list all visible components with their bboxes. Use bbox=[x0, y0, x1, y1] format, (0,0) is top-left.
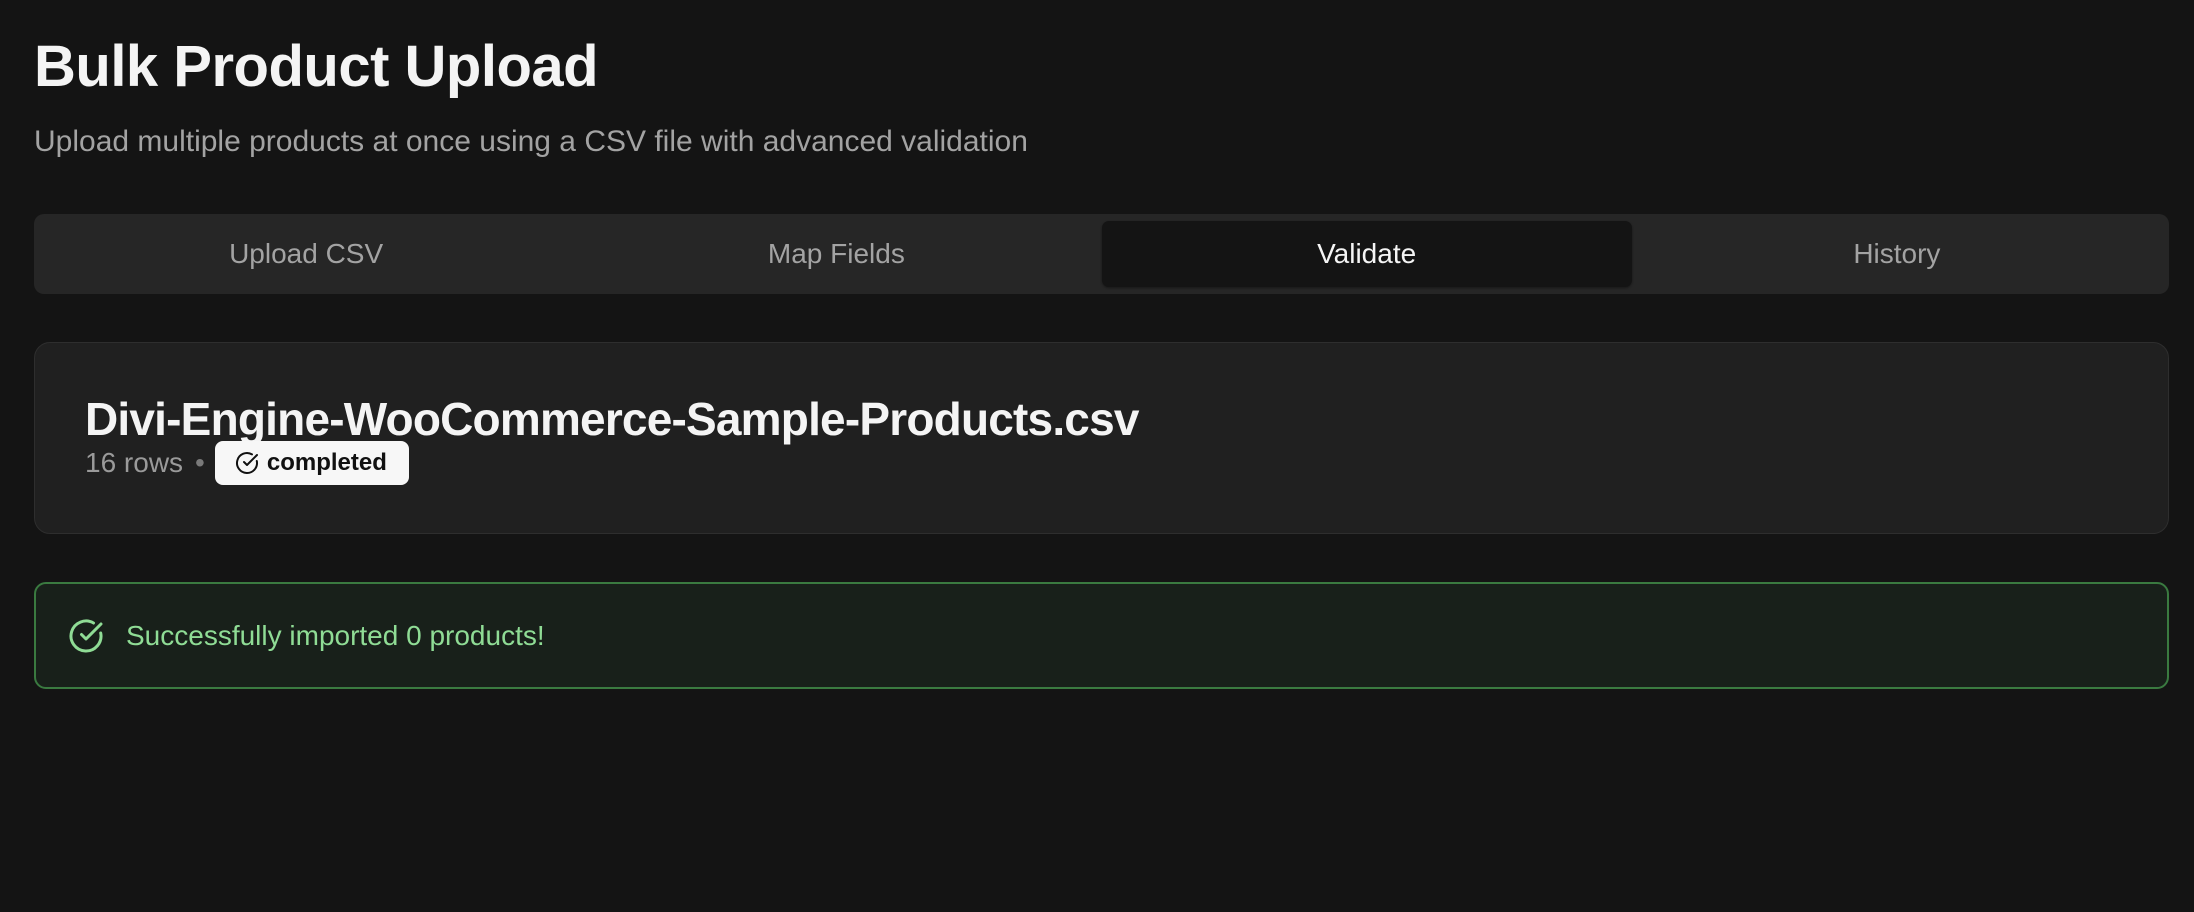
tab-upload-csv[interactable]: Upload CSV bbox=[41, 221, 571, 287]
tab-validate[interactable]: Validate bbox=[1101, 221, 1632, 287]
status-badge: completed bbox=[214, 441, 409, 485]
tab-map-fields[interactable]: Map Fields bbox=[571, 221, 1101, 287]
success-alert: Successfully imported 0 products! bbox=[34, 582, 2169, 689]
alert-message: Successfully imported 0 products! bbox=[126, 619, 545, 651]
status-label: completed bbox=[266, 449, 387, 476]
page-title: Bulk Product Upload bbox=[34, 34, 599, 99]
meta-separator: • bbox=[195, 447, 205, 478]
tab-history[interactable]: History bbox=[1632, 221, 2162, 287]
file-meta: 16 rows • completed bbox=[85, 441, 409, 485]
file-card: Divi-Engine-WooCommerce-Sample-Products.… bbox=[34, 342, 2169, 534]
tab-bar: Upload CSV Map Fields Validate History bbox=[34, 214, 2169, 294]
page-subtitle: Upload multiple products at once using a… bbox=[34, 125, 1028, 158]
page: Bulk Product Upload Upload multiple prod… bbox=[0, 0, 2194, 912]
row-count: 16 rows bbox=[85, 447, 184, 478]
file-name: Divi-Engine-WooCommerce-Sample-Products.… bbox=[85, 393, 1139, 445]
check-circle-icon bbox=[68, 618, 104, 654]
check-circle-icon bbox=[235, 452, 258, 474]
